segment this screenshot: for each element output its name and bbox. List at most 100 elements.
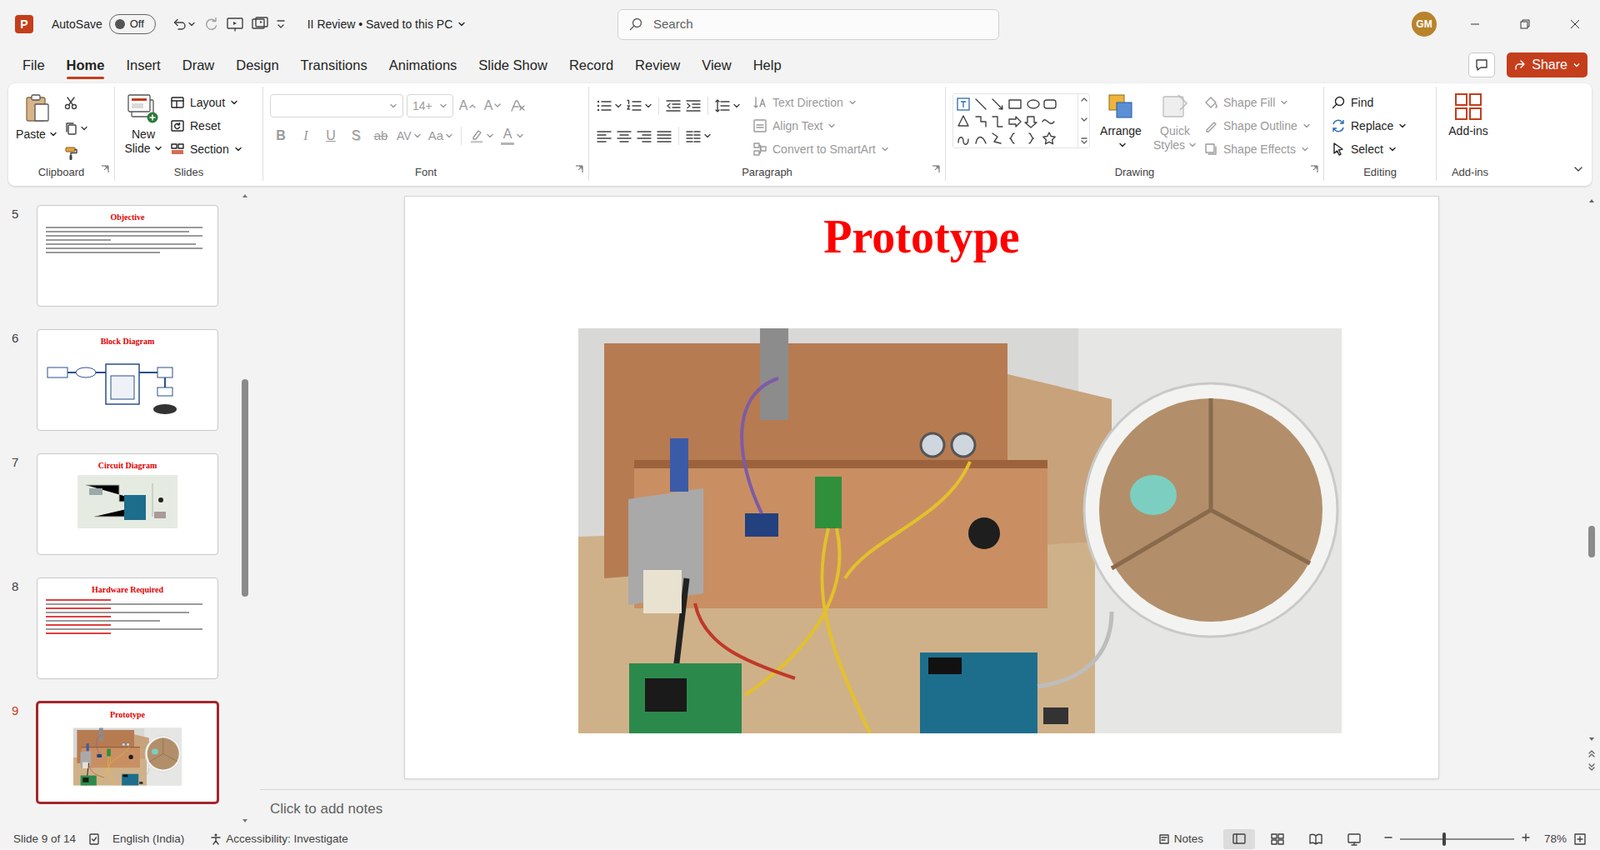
ribbon-tab[interactable]: Home — [55, 48, 116, 82]
format-button[interactable]: U — [320, 124, 342, 148]
format-painter-button[interactable] — [63, 141, 89, 165]
highlight-button[interactable] — [467, 124, 496, 148]
slide-thumbnail[interactable]: Block Diagram — [36, 329, 219, 431]
paragraph-item[interactable]: Text Direction — [752, 91, 890, 114]
editing-item[interactable]: Find — [1330, 91, 1407, 114]
addins-button[interactable]: Add-ins — [1443, 90, 1494, 165]
align-left-button[interactable] — [595, 124, 613, 148]
ribbon-tab[interactable]: Transitions — [290, 48, 379, 82]
drawing-item[interactable]: Shape Outline — [1203, 115, 1311, 137]
copy-button[interactable] — [63, 116, 89, 140]
notes-button[interactable]: Notes — [1157, 830, 1204, 848]
zoom-out-button[interactable] — [1383, 830, 1394, 848]
slide-thumbnail[interactable]: Prototype — [36, 701, 219, 804]
share-button[interactable]: Share — [1506, 52, 1588, 78]
search-box[interactable] — [617, 9, 1000, 40]
slide-thumbnail[interactable]: Hardware Required — [36, 577, 219, 680]
paste-button[interactable]: Paste — [15, 90, 59, 165]
decrease-indent-button[interactable] — [665, 94, 682, 118]
increase-indent-button[interactable] — [685, 94, 702, 118]
ribbon-tab[interactable]: Design — [225, 48, 290, 82]
undo-button[interactable] — [170, 15, 196, 33]
cut-button[interactable] — [63, 91, 89, 115]
shapes-gallery[interactable] — [952, 93, 1090, 149]
slides-item[interactable]: Section — [170, 138, 243, 160]
ribbon-tab[interactable]: View — [690, 48, 742, 82]
minimize-button[interactable] — [1450, 0, 1500, 49]
ribbon-tab[interactable]: Review — [624, 48, 691, 82]
grow-font-button[interactable]: A — [456, 94, 479, 118]
shrink-font-button[interactable]: A — [481, 94, 504, 118]
redo-button[interactable] — [202, 15, 220, 33]
format-button[interactable]: I — [295, 124, 317, 148]
ribbon-tab[interactable]: Insert — [115, 48, 171, 82]
slide-thumbnail[interactable]: Objective — [36, 205, 219, 307]
drawing-item[interactable]: Shape Fill — [1203, 91, 1311, 114]
document-title[interactable]: II Review • Saved to this PC — [307, 15, 467, 34]
zoom-level[interactable]: 78% — [1544, 830, 1567, 848]
drawing-item[interactable]: Shape Effects — [1203, 138, 1311, 160]
line-spacing-button[interactable] — [714, 94, 741, 118]
group-launcher[interactable] — [575, 161, 584, 179]
arrange-button[interactable]: Arrange — [1095, 90, 1147, 165]
align-right-button[interactable] — [635, 124, 653, 148]
justify-button[interactable] — [655, 124, 673, 148]
comments-button[interactable] — [1468, 52, 1495, 78]
ribbon-tab[interactable]: File — [11, 48, 56, 82]
font-name-field[interactable] — [270, 94, 404, 118]
zoom-in-button[interactable] — [1520, 830, 1531, 848]
scroll-down-button[interactable] — [1587, 731, 1596, 746]
ribbon-tab[interactable]: Draw — [171, 48, 226, 82]
ribbon-tab[interactable]: Record — [558, 48, 625, 82]
format-button[interactable]: Aa — [426, 124, 455, 148]
ribbon-tab[interactable]: Help — [742, 48, 793, 82]
group-launcher[interactable] — [931, 161, 940, 179]
scroll-thumb[interactable] — [241, 379, 249, 597]
format-button[interactable]: ab — [370, 124, 392, 148]
columns-button[interactable] — [685, 124, 712, 148]
autosave-toggle[interactable]: Off — [109, 14, 156, 35]
previous-slide-button[interactable] — [1587, 745, 1596, 760]
scroll-thumb[interactable] — [1588, 525, 1595, 558]
font-color-button[interactable]: A — [499, 124, 526, 148]
zoom-slider-thumb[interactable] — [1442, 832, 1446, 846]
present-button[interactable] — [225, 15, 245, 33]
format-button[interactable]: S — [345, 124, 367, 148]
font-size-field[interactable]: 14+ — [406, 94, 454, 118]
accessibility-button[interactable]: Accessibility: Investigate — [209, 830, 348, 848]
new-slide-button[interactable]: New Slide — [121, 90, 165, 165]
numbering-button[interactable] — [625, 94, 653, 118]
slides-item[interactable]: Reset — [170, 115, 243, 137]
slide-sorter-button[interactable] — [1261, 829, 1294, 850]
ribbon-tab[interactable]: Animations — [378, 48, 469, 82]
from-beginning-button[interactable] — [250, 15, 270, 33]
align-center-button[interactable] — [615, 124, 633, 148]
restore-button[interactable] — [1500, 0, 1550, 49]
bullets-button[interactable] — [595, 94, 623, 118]
reading-view-button[interactable] — [1300, 829, 1332, 850]
collapse-ribbon-button[interactable] — [1573, 161, 1584, 180]
editing-item[interactable]: Replace — [1330, 115, 1407, 137]
account-avatar[interactable]: GM — [1411, 11, 1437, 37]
format-button[interactable]: B — [270, 124, 292, 148]
group-launcher[interactable] — [1310, 161, 1319, 179]
quick-styles-button[interactable]: Quick Styles — [1151, 90, 1199, 165]
clear-formatting-button[interactable] — [506, 94, 529, 118]
normal-view-button[interactable] — [1223, 829, 1255, 850]
next-slide-button[interactable] — [1587, 760, 1596, 775]
zoom-track[interactable] — [1400, 838, 1515, 840]
group-launcher[interactable] — [100, 161, 110, 179]
slide-show-button[interactable] — [1338, 829, 1370, 850]
search-input[interactable] — [651, 14, 989, 35]
ribbon-tab[interactable]: Slide Show — [467, 48, 559, 82]
slide-thumbnail[interactable]: Circuit Diagram — [36, 453, 219, 555]
customize-toolbar-button[interactable] — [275, 17, 286, 31]
editing-item[interactable]: Select — [1330, 138, 1407, 160]
slides-item[interactable]: Layout — [170, 91, 243, 114]
format-button[interactable]: AV — [395, 124, 424, 148]
close-button[interactable] — [1550, 0, 1600, 49]
paragraph-item[interactable]: Convert to SmartArt — [752, 138, 890, 160]
scroll-up-button[interactable] — [1587, 193, 1596, 208]
paragraph-item[interactable]: Align Text — [752, 115, 890, 137]
notes-pane[interactable]: Click to add notes — [260, 789, 1600, 829]
